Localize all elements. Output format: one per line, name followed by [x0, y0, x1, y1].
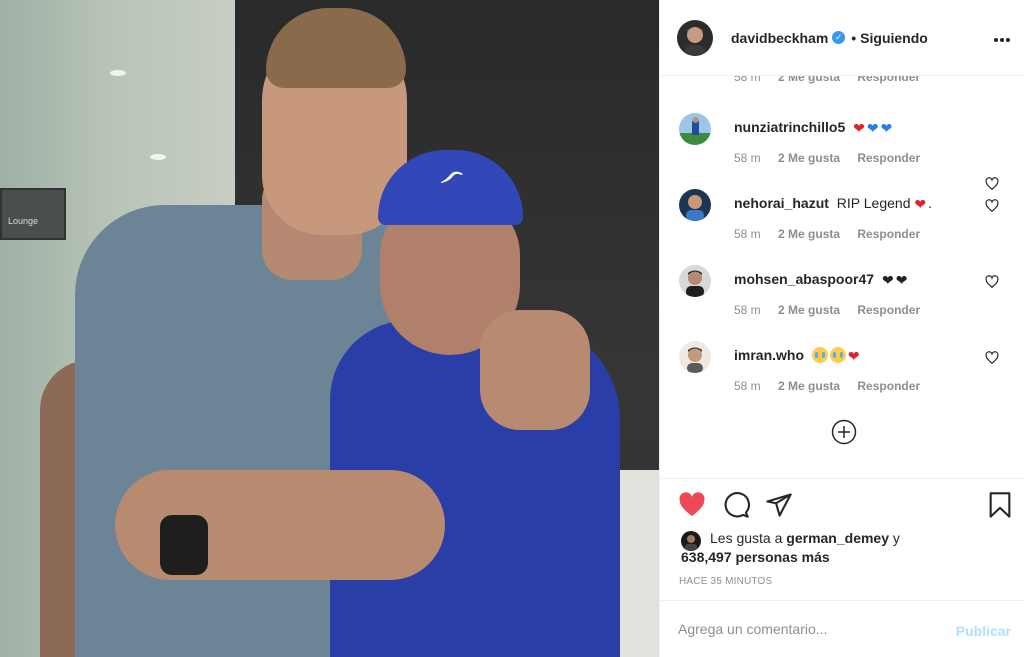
commenter-username[interactable]: nehorai_hazut — [734, 195, 829, 211]
commenter-username[interactable]: mohsen_abaspoor47 — [734, 271, 874, 287]
publish-button[interactable]: Publicar — [956, 623, 1011, 639]
comment-likes-link[interactable]: 2 Me gusta — [778, 227, 840, 241]
author-avatar[interactable] — [677, 19, 713, 56]
following-button[interactable]: Siguiendo — [860, 30, 928, 46]
crying-face-icon — [829, 347, 846, 363]
comment-text: nunziatrinchillo5 ❤ ❤ ❤ — [734, 119, 894, 135]
instagram-post-view: Lounge davidbeckham ✓ • Siguiendo 58 m 2… — [0, 0, 1024, 657]
author-username[interactable]: davidbeckham — [731, 30, 828, 46]
comment-like-heart-icon[interactable] — [985, 199, 999, 213]
red-heart-icon: ❤ — [853, 120, 865, 136]
comment-input[interactable] — [678, 621, 938, 637]
commenter-avatar[interactable] — [679, 341, 711, 373]
like-heart-filled-icon[interactable] — [678, 491, 706, 519]
header-separator: • — [851, 29, 857, 46]
post-header: davidbeckham ✓ • Siguiendo — [660, 0, 1024, 76]
comment-likes-link[interactable]: 2 Me gusta — [778, 303, 840, 317]
comment-likes-link[interactable]: 2 Me gusta — [778, 379, 840, 393]
comment-time: 58 m — [734, 151, 761, 165]
crying-face-icon — [811, 347, 828, 363]
commenter-username[interactable]: imran.who — [734, 347, 804, 363]
likes-conjunction: y — [892, 530, 900, 546]
comment-body: RIP Legend — [836, 195, 911, 211]
commenter-avatar[interactable] — [679, 189, 711, 221]
likes-prefix: Les gusta a — [710, 530, 783, 546]
reply-button[interactable]: Responder — [857, 379, 920, 393]
add-comment-bar: Publicar — [660, 600, 1024, 657]
reply-button[interactable]: Responder — [857, 227, 920, 241]
wristwatch — [160, 515, 208, 575]
commenter-avatar[interactable] — [679, 113, 711, 145]
lounge-sign: Lounge — [0, 188, 66, 240]
comment-time: 58 m — [734, 379, 761, 393]
comment-item: nehorai_hazut RIP Legend ❤. 58 m 2 Me gu… — [660, 189, 1024, 259]
comment-body-end: . — [928, 195, 933, 211]
likes-summary: Les gusta a german_demey y 638,497 perso… — [681, 529, 900, 567]
black-heart-icon: ❤ — [881, 272, 894, 288]
ceiling-light — [150, 154, 166, 160]
commenter-username[interactable]: nunziatrinchillo5 — [734, 119, 845, 135]
more-options-icon[interactable] — [993, 28, 1011, 46]
post-photo[interactable]: Lounge — [0, 0, 659, 657]
share-paper-plane-icon[interactable] — [765, 491, 793, 519]
comment-like-heart-icon[interactable] — [985, 351, 999, 365]
reply-button[interactable]: Responder — [857, 151, 920, 165]
likes-text: Les gusta a german_demey y — [710, 529, 900, 548]
blue-heart-icon: ❤ — [880, 120, 893, 136]
commenter-avatar[interactable] — [679, 265, 711, 297]
black-heart-icon: ❤ — [895, 272, 908, 288]
comment-text: nehorai_hazut RIP Legend ❤. — [734, 195, 932, 211]
comment-likes-link[interactable]: 2 Me gusta — [778, 151, 840, 165]
comments-list[interactable]: 58 m 2 Me gusta Responder nunziatrinchil… — [660, 58, 1024, 478]
comment-text: imran.who ❤ — [734, 347, 862, 363]
post-side-panel: davidbeckham ✓ • Siguiendo 58 m 2 Me gus… — [659, 0, 1024, 657]
comment-item: nunziatrinchillo5 ❤ ❤ ❤ 58 m 2 Me gusta Re… — [660, 113, 1024, 191]
comment-meta: 58 m 2 Me gusta Responder — [734, 379, 934, 393]
comment-item: mohsen_abaspoor47 ❤ ❤ 58 m 2 Me gusta Res… — [660, 265, 1024, 335]
liker-username[interactable]: german_demey — [786, 530, 889, 546]
comment-item: imran.who ❤ 58 m 2 Me gusta Responder — [660, 341, 1024, 411]
comment-meta: 58 m 2 Me gusta Responder — [734, 151, 934, 165]
comment-text: mohsen_abaspoor47 ❤ ❤ — [734, 271, 909, 287]
ceiling-light — [110, 70, 126, 76]
comment-bubble-icon[interactable] — [722, 491, 750, 519]
person-right-hand-on-shoulder — [480, 310, 590, 430]
reply-button[interactable]: Responder — [857, 303, 920, 317]
puma-logo-icon — [440, 168, 464, 189]
red-heart-icon: ❤ — [914, 196, 927, 212]
comment-meta: 58 m 2 Me gusta Responder — [734, 303, 934, 317]
comment-time: 58 m — [734, 227, 761, 241]
load-more-comments-plus-icon[interactable] — [831, 419, 857, 445]
verified-badge-icon: ✓ — [832, 31, 846, 44]
blue-heart-icon: ❤ — [866, 120, 879, 136]
lounge-sign-text: Lounge — [8, 216, 39, 226]
post-timestamp[interactable]: HACE 35 MINUTOS — [679, 576, 772, 587]
red-heart-icon: ❤ — [847, 348, 860, 364]
liker-avatar[interactable] — [681, 531, 701, 551]
post-actions: Les gusta a german_demey y 638,497 perso… — [660, 478, 1024, 600]
comment-time: 58 m — [734, 303, 761, 317]
comment-meta: 58 m 2 Me gusta Responder — [734, 227, 934, 241]
likes-count-link[interactable]: 638,497 personas más — [681, 549, 830, 565]
save-bookmark-icon[interactable] — [986, 491, 1014, 519]
comment-like-heart-icon[interactable] — [985, 275, 999, 289]
